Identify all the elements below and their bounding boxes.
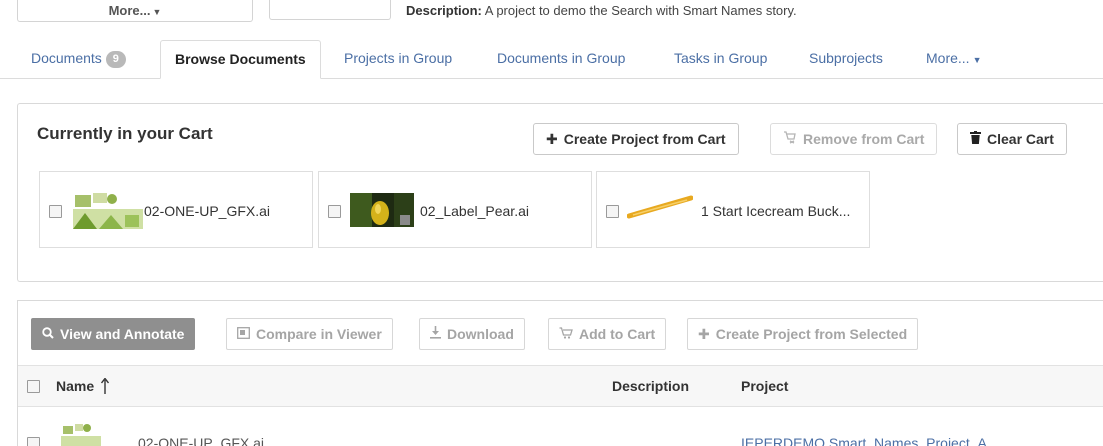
documents-count-badge: 9 (105, 51, 126, 68)
tab-documents[interactable]: Documents 9 (31, 40, 126, 79)
document-thumbnail (71, 191, 144, 229)
top-field[interactable] (269, 0, 391, 20)
cart-item-filename: 02_Label_Pear.ai (420, 203, 529, 219)
tab-label: Projects in Group (344, 50, 453, 66)
cart-panel: Currently in your Cart ✚ Create Project f… (17, 103, 1103, 282)
cart-item-checkbox[interactable] (49, 205, 62, 218)
download-label: Download (447, 326, 514, 342)
tab-label: Browse Documents (175, 51, 306, 67)
cart-title: Currently in your Cart (37, 124, 213, 143)
remove-from-cart-button[interactable]: Remove from Cart (770, 123, 938, 155)
table-header: Name Description Project (18, 365, 1103, 407)
column-header-name[interactable]: Name (56, 377, 110, 394)
view-label: View and Annotate (60, 326, 185, 342)
clear-label: Clear Cart (987, 131, 1054, 147)
download-button[interactable]: Download (419, 318, 525, 350)
document-thumbnail (61, 422, 101, 446)
caret-down-icon: ▼ (972, 55, 982, 65)
documents-panel: View and Annotate Compare in Viewer Down… (17, 300, 1103, 446)
tab-label: Documents (31, 50, 102, 66)
name-header-label: Name (56, 378, 95, 394)
cart-item[interactable]: 1 Start Icecream Buck... (596, 171, 870, 248)
column-header-project[interactable]: Project (741, 378, 788, 394)
tab-label: Tasks in Group (674, 50, 768, 66)
download-icon (430, 319, 441, 349)
cart-item-filename: 1 Start Icecream Buck... (701, 203, 851, 219)
document-thumbnail (350, 193, 414, 227)
create-selected-label: Create Project from Selected (715, 326, 908, 342)
column-header-description[interactable]: Description (612, 378, 689, 394)
row-project-link[interactable]: IEPERDEMO Smart_Names_Project_A (741, 435, 987, 446)
select-all-checkbox[interactable] (27, 380, 40, 393)
cart-remove-icon (783, 124, 797, 154)
add-cart-label: Add to Cart (579, 326, 656, 342)
description-label: Description: (406, 3, 482, 18)
description-text: A project to demo the Search with Smart … (484, 3, 797, 18)
cart-item[interactable]: 02-ONE-UP_GFX.ai (39, 171, 313, 248)
search-icon (42, 319, 54, 349)
view-and-annotate-button[interactable]: View and Annotate (31, 318, 196, 350)
caret-down-icon: ▼ (152, 7, 162, 17)
project-description: Description: A project to demo the Searc… (406, 3, 797, 18)
clear-cart-button[interactable]: Clear Cart (957, 123, 1067, 155)
create-project-from-cart-button[interactable]: ✚ Create Project from Cart (533, 123, 739, 155)
tab-bar: Documents 9 Browse Documents Projects in … (17, 40, 1103, 79)
trash-icon (970, 124, 981, 154)
remove-label: Remove from Cart (803, 131, 925, 147)
cart-item-checkbox[interactable] (606, 205, 619, 218)
tab-documents-in-group[interactable]: Documents in Group (497, 40, 625, 79)
tab-label: More... (926, 50, 970, 66)
tab-more[interactable]: More... ▼ (926, 40, 982, 79)
plus-icon: ✚ (698, 326, 710, 342)
plus-icon: ✚ (546, 131, 558, 147)
more-dropdown-button[interactable]: More... ▼ (17, 0, 253, 22)
cart-item-filename: 02-ONE-UP_GFX.ai (144, 203, 271, 219)
document-thumbnail (626, 194, 694, 220)
tab-browse-documents[interactable]: Browse Documents (160, 40, 321, 79)
more-label: More... (108, 3, 151, 18)
compare-icon (237, 319, 250, 349)
cart-item[interactable]: 02_Label_Pear.ai (318, 171, 592, 248)
create-project-from-selected-button[interactable]: ✚ Create Project from Selected (687, 318, 919, 350)
row-checkbox[interactable] (27, 437, 40, 446)
compare-in-viewer-button[interactable]: Compare in Viewer (226, 318, 393, 350)
tab-projects-in-group[interactable]: Projects in Group (344, 40, 452, 79)
create-project-label: Create Project from Cart (563, 131, 726, 147)
tab-subprojects[interactable]: Subprojects (809, 40, 883, 79)
table-row[interactable]: 02-ONE-UP_GFX.ai IEPERDEMO Smart_Names_P… (18, 408, 1103, 446)
tab-tasks-in-group[interactable]: Tasks in Group (674, 40, 767, 79)
cart-item-checkbox[interactable] (328, 205, 341, 218)
row-name[interactable]: 02-ONE-UP_GFX.ai (138, 435, 264, 446)
add-to-cart-button[interactable]: Add to Cart (548, 318, 667, 350)
compare-label: Compare in Viewer (256, 326, 382, 342)
tab-label: Documents in Group (497, 50, 626, 66)
sort-ascending-icon (101, 377, 110, 394)
top-strip: More... ▼ Description: A project to demo … (0, 0, 1103, 26)
cart-icon (559, 319, 573, 349)
tab-label: Subprojects (809, 50, 883, 66)
